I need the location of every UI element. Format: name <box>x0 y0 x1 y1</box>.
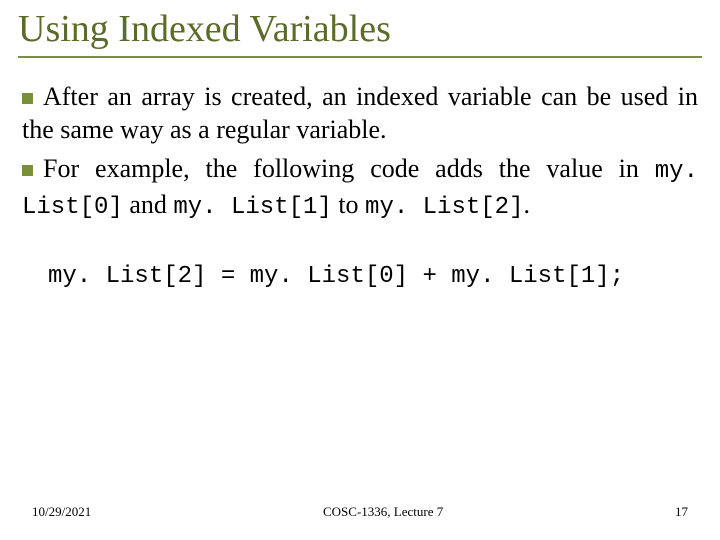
slide: Using Indexed Variables After an array i… <box>0 0 720 540</box>
para2-mid2: to <box>332 190 365 219</box>
code-inline-3: my. List[2] <box>365 194 523 221</box>
footer-date: 10/29/2021 <box>32 504 91 520</box>
para1-text: After an array is created, an indexed va… <box>22 82 698 144</box>
paragraph-2: For example, the following code adds the… <box>22 152 698 223</box>
footer-center: COSC-1336, Lecture 7 <box>323 504 443 520</box>
title-wrap: Using Indexed Variables <box>18 8 702 58</box>
code-block: my. List[2] = my. List[0] + my. List[1]; <box>48 262 698 293</box>
footer-page: 17 <box>675 504 688 520</box>
para2-end: . <box>523 190 530 219</box>
square-bullet-icon <box>22 93 33 104</box>
paragraph-1: After an array is created, an indexed va… <box>22 80 698 147</box>
code-inline-2: my. List[1] <box>173 194 331 221</box>
para2-mid1: and <box>123 190 174 219</box>
footer: 10/29/2021 COSC-1336, Lecture 7 17 <box>0 504 720 520</box>
square-bullet-icon <box>22 165 33 176</box>
slide-title: Using Indexed Variables <box>18 8 702 52</box>
body-text: After an array is created, an indexed va… <box>18 80 702 293</box>
para2-pre: For example, the following code adds the… <box>43 154 655 183</box>
